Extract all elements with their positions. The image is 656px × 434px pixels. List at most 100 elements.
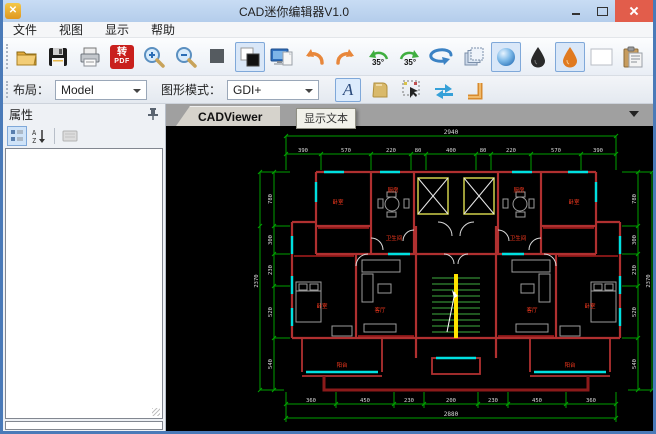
- svg-text:卧室: 卧室: [584, 302, 596, 310]
- layout-value: Model: [61, 83, 94, 97]
- display-text-button[interactable]: A: [335, 78, 361, 102]
- document-tab-bar: CADViewer: [166, 104, 653, 126]
- background-toggle-button[interactable]: [235, 42, 265, 72]
- undo-button[interactable]: [299, 42, 329, 72]
- zoom-in-button[interactable]: [139, 42, 169, 72]
- render-sphere-button[interactable]: [491, 42, 521, 72]
- save-button[interactable]: [43, 42, 73, 72]
- close-button[interactable]: [615, 0, 653, 22]
- zoom-in-icon: [142, 45, 166, 69]
- chevron-down-icon: [133, 89, 141, 93]
- svg-text:200: 200: [446, 398, 456, 404]
- layers-button[interactable]: [459, 42, 489, 72]
- svg-text:阳台: 阳台: [564, 361, 576, 369]
- tab-list-dropdown-icon[interactable]: [629, 111, 639, 117]
- menu-display[interactable]: 显示: [105, 21, 129, 38]
- minimize-button[interactable]: [563, 0, 589, 22]
- open-folder-icon: [14, 45, 38, 69]
- svg-text:卫生间: 卫生间: [510, 234, 527, 242]
- svg-text:2370: 2370: [254, 274, 260, 287]
- svg-text:230: 230: [404, 398, 414, 404]
- svg-text:390: 390: [593, 148, 603, 154]
- floor-plan-drawing: 2940 2880 390 570 220 80 400 80 220 570: [166, 126, 653, 430]
- solid-fill-button[interactable]: [367, 78, 393, 102]
- svg-text:570: 570: [551, 148, 561, 154]
- view-toolbar: 布局： Model 图形模式： GDI+ A: [3, 76, 653, 104]
- window-title: CAD迷你编辑器V1.0: [25, 3, 563, 20]
- swap-compare-button[interactable]: [431, 78, 457, 102]
- layers-icon: [462, 45, 486, 69]
- svg-text:520: 520: [268, 307, 274, 317]
- svg-text:540: 540: [268, 359, 274, 369]
- open-button[interactable]: [11, 42, 41, 72]
- menu-file[interactable]: 文件: [13, 21, 37, 38]
- droplet-black-icon: [526, 45, 550, 69]
- menu-bar: 文件 视图 显示 帮助: [3, 22, 653, 38]
- stair-core: [432, 222, 480, 374]
- maximize-button[interactable]: [589, 0, 615, 22]
- svg-text:Z: Z: [32, 137, 36, 144]
- categorized-view-button[interactable]: [7, 126, 27, 146]
- rotate-left-35-button[interactable]: 35°: [363, 42, 393, 72]
- rotate-orbit-icon: [428, 45, 456, 69]
- sort-az-icon: AZ: [31, 128, 47, 144]
- resize-grip[interactable]: [152, 408, 160, 416]
- properties-title: 属性: [9, 106, 33, 123]
- tab-cadviewer[interactable]: CADViewer: [176, 106, 280, 126]
- svg-text:客厅: 客厅: [374, 306, 386, 314]
- categorized-icon: [10, 129, 24, 143]
- sort-az-button[interactable]: AZ: [29, 126, 49, 146]
- swap-arrows-icon: [432, 79, 456, 101]
- sphere-blue-icon: [494, 45, 518, 69]
- monitor-icon: [269, 45, 295, 69]
- letter-a-icon: A: [343, 81, 353, 99]
- menu-help[interactable]: 帮助: [151, 21, 175, 38]
- background-toggle-icon: [238, 45, 262, 69]
- paste-button[interactable]: [619, 42, 649, 72]
- select-entities-button[interactable]: [399, 78, 425, 102]
- rotate-view-button[interactable]: [427, 42, 457, 72]
- redo-button[interactable]: [331, 42, 361, 72]
- svg-text:厨房: 厨房: [387, 186, 399, 194]
- solid-fill-icon: [369, 79, 391, 101]
- chevron-down-icon: [305, 89, 313, 93]
- property-page-icon: [62, 129, 78, 143]
- cad-canvas[interactable]: 2940 2880 390 570 220 80 400 80 220 570: [166, 126, 653, 431]
- svg-text:540: 540: [632, 359, 638, 369]
- svg-text:450: 450: [532, 398, 542, 404]
- blank-white-icon: [589, 45, 615, 69]
- app-window: ✕ CAD迷你编辑器V1.0 文件 视图 显示 帮助 转PDF: [0, 0, 656, 434]
- ink-black-button[interactable]: [523, 42, 553, 72]
- svg-text:390: 390: [298, 148, 308, 154]
- dim-top-total: 2940: [444, 129, 459, 136]
- layout-label: 布局：: [13, 81, 49, 98]
- fit-screen-button[interactable]: [267, 42, 297, 72]
- properties-toolbar: AZ: [3, 124, 165, 148]
- properties-grid[interactable]: [5, 148, 163, 419]
- zoom-out-icon: [174, 45, 198, 69]
- convert-pdf-button[interactable]: 转PDF: [107, 42, 137, 72]
- svg-text:360: 360: [586, 398, 596, 404]
- polyline-corner-button[interactable]: [463, 78, 489, 102]
- zoom-out-button[interactable]: [171, 42, 201, 72]
- rotate-right-35-button[interactable]: 35°: [395, 42, 425, 72]
- svg-text:卧室: 卧室: [332, 198, 344, 206]
- ink-orange-button[interactable]: [555, 42, 585, 72]
- separator: [54, 128, 55, 144]
- properties-panel: 属性 AZ: [3, 104, 166, 431]
- blank-swatch-button[interactable]: [587, 42, 617, 72]
- svg-text:卧室: 卧室: [316, 302, 328, 310]
- graphics-mode-value: GDI+: [233, 83, 261, 97]
- graphics-mode-select[interactable]: GDI+: [227, 80, 319, 100]
- svg-text:阳台: 阳台: [336, 361, 348, 369]
- pin-icon[interactable]: [147, 107, 159, 121]
- graphics-mode-label: 图形模式：: [161, 81, 221, 98]
- svg-text:80: 80: [480, 148, 487, 154]
- print-button[interactable]: [75, 42, 105, 72]
- menu-view[interactable]: 视图: [59, 21, 83, 38]
- svg-text:780: 780: [268, 194, 274, 204]
- rotate-left-angle: 35°: [372, 59, 384, 66]
- svg-text:220: 220: [506, 148, 516, 154]
- layout-select[interactable]: Model: [55, 80, 147, 100]
- color-square-button[interactable]: [203, 42, 233, 72]
